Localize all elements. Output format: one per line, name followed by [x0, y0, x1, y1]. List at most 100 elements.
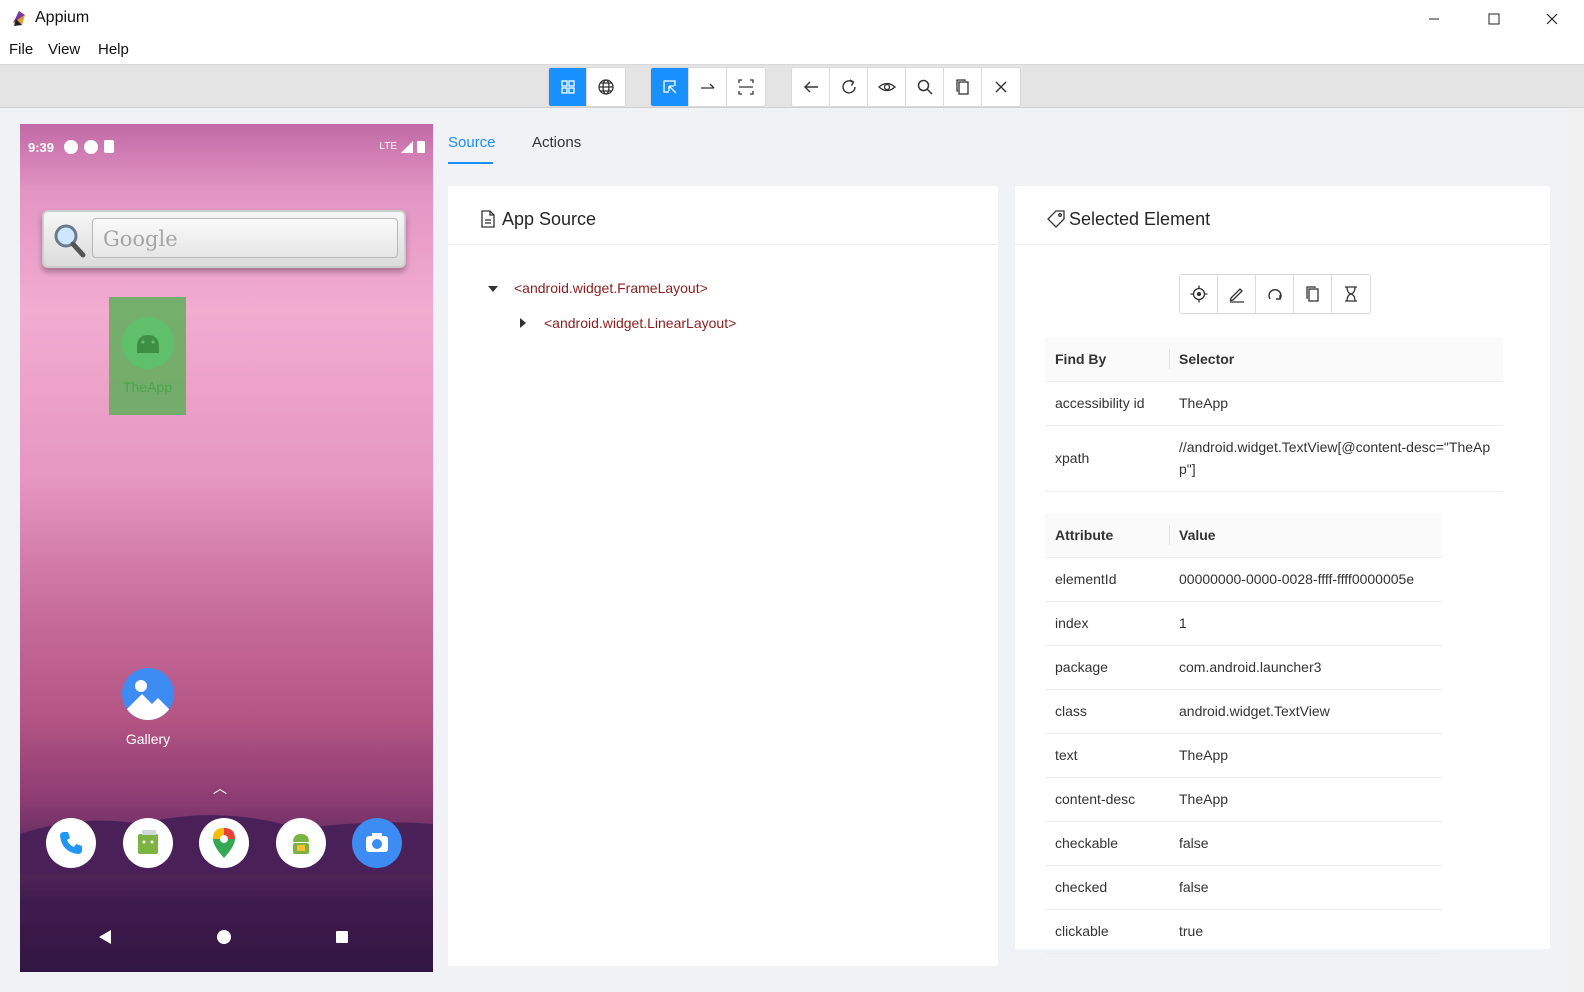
back-icon [803, 81, 818, 93]
appium-logo-icon [13, 11, 25, 26]
status-notification-icons [64, 140, 114, 154]
send-keys-button[interactable] [1218, 275, 1256, 313]
element-actions-group [1179, 274, 1371, 314]
device-screenshot[interactable]: 9:39 LTE Google TheApp Gallery ︿ [20, 124, 433, 972]
eye-icon [877, 82, 896, 92]
web-mode-button[interactable] [587, 68, 625, 106]
magnifier-icon [54, 224, 86, 258]
search-icon [917, 79, 933, 95]
menu-view[interactable]: View [48, 41, 80, 58]
app-source-title: App Source [502, 209, 597, 229]
selector-value[interactable]: //android.widget.TextView[@content-desc=… [1169, 425, 1503, 492]
toolbar-actions-group [791, 67, 1021, 107]
attribute-name: text [1045, 733, 1169, 778]
minimize-button[interactable] [1406, 0, 1462, 38]
tree-node-linearlayout[interactable]: <android.widget.LinearLayout> [544, 315, 736, 331]
quit-session-button[interactable] [982, 68, 1020, 106]
copy-xml-button[interactable] [944, 68, 982, 106]
timing-button[interactable] [1332, 275, 1370, 313]
close-window-button[interactable] [1524, 0, 1580, 38]
menu-help[interactable]: Help [98, 41, 129, 58]
select-icon [662, 80, 676, 94]
tap-coordinates-button[interactable] [727, 68, 765, 106]
selector-value[interactable]: TheApp [1169, 381, 1503, 426]
caret-down-icon[interactable] [488, 284, 498, 294]
swipe-button[interactable] [689, 68, 727, 106]
theapp-label: TheApp [122, 379, 173, 395]
minimize-icon [1429, 18, 1439, 20]
app-source-header: App Source [448, 186, 998, 245]
back-button[interactable] [792, 68, 830, 106]
nav-home-icon[interactable] [216, 929, 232, 945]
copy-attributes-button[interactable] [1294, 275, 1332, 313]
scrollbar[interactable] [1568, 108, 1584, 992]
native-mode-button[interactable] [549, 68, 587, 106]
battery-icon [417, 141, 425, 153]
tab-source[interactable]: Source [448, 134, 496, 151]
attribute-name: class [1045, 689, 1169, 734]
nav-recents-icon[interactable] [334, 929, 350, 945]
table-row: index 1 [1045, 601, 1442, 646]
column-header: Value [1169, 513, 1442, 558]
table-row: class android.widget.TextView [1045, 689, 1442, 734]
globe-icon [598, 79, 614, 95]
gallery-label: Gallery [125, 731, 171, 747]
attribute-value: TheApp [1169, 777, 1442, 822]
table-row[interactable]: accessibility id TheApp [1045, 381, 1503, 426]
table-row: content-desc TheApp [1045, 777, 1442, 822]
clear-element-button[interactable] [1256, 275, 1294, 313]
google-placeholder: Google [103, 227, 178, 251]
tree-node-framelayout[interactable]: <android.widget.FrameLayout> [514, 280, 708, 296]
tag-icon [1047, 210, 1065, 228]
maximize-button[interactable] [1466, 0, 1522, 38]
attribute-value: TheApp [1169, 733, 1442, 778]
attribute-value: true [1169, 909, 1442, 954]
google-search-input[interactable]: Google [92, 218, 398, 258]
app-drawer-arrow-icon[interactable]: ︿ [213, 778, 227, 798]
search-button[interactable] [906, 68, 944, 106]
attribute-value: android.widget.TextView [1169, 689, 1442, 734]
attribute-name: index [1045, 601, 1169, 646]
attribute-name: checkable [1045, 821, 1169, 866]
maximize-icon [1488, 13, 1500, 25]
menu-file[interactable]: File [9, 41, 33, 58]
file-icon [481, 210, 495, 228]
theapp-icon-highlighted[interactable]: TheApp [109, 297, 186, 415]
phone-app-icon[interactable] [46, 818, 96, 868]
attribute-value: 00000000-0000-0028-ffff-ffff0000005e [1169, 557, 1442, 602]
maps-app-icon[interactable] [199, 818, 249, 868]
camera-app-icon[interactable] [352, 818, 402, 868]
toolbar-interaction-group [650, 67, 766, 107]
column-header: Attribute [1045, 513, 1169, 558]
caret-right-icon[interactable] [518, 318, 528, 328]
attribute-name: clickable [1045, 909, 1169, 954]
network-type: LTE [379, 141, 397, 152]
copy-icon [1305, 286, 1319, 302]
table-header-row: Attribute Value [1045, 513, 1442, 558]
refresh-button[interactable] [830, 68, 868, 106]
select-element-button[interactable] [651, 68, 689, 106]
table-row: package com.android.launcher3 [1045, 645, 1442, 690]
google-search-widget[interactable]: Google [42, 210, 406, 268]
attributes-table: Attribute Value elementId 00000000-0000-0… [1045, 513, 1442, 954]
nav-back-icon[interactable] [97, 929, 113, 945]
toolbar [0, 64, 1584, 108]
table-row[interactable]: xpath //android.widget.TextView[@content… [1045, 425, 1503, 492]
android-app-icon[interactable] [276, 818, 326, 868]
table-row: checked false [1045, 865, 1442, 910]
sd-card-icon [104, 140, 114, 153]
tap-element-button[interactable] [1180, 275, 1218, 313]
tap-coordinates-icon [738, 79, 754, 95]
tab-actions[interactable]: Actions [532, 134, 581, 151]
attribute-value: com.android.launcher3 [1169, 645, 1442, 690]
undo-icon [1267, 289, 1282, 300]
messages-app-icon[interactable] [123, 818, 173, 868]
edit-icon [1229, 288, 1244, 303]
gallery-app-icon[interactable] [122, 668, 174, 720]
signal-icon [401, 140, 413, 153]
toggle-visibility-button[interactable] [868, 68, 906, 106]
table-row: text TheApp [1045, 733, 1442, 778]
table-row: elementId 00000000-0000-0028-ffff-ffff000… [1045, 557, 1442, 602]
table-header-row: Find By Selector [1045, 337, 1503, 382]
close-icon [1546, 13, 1558, 25]
